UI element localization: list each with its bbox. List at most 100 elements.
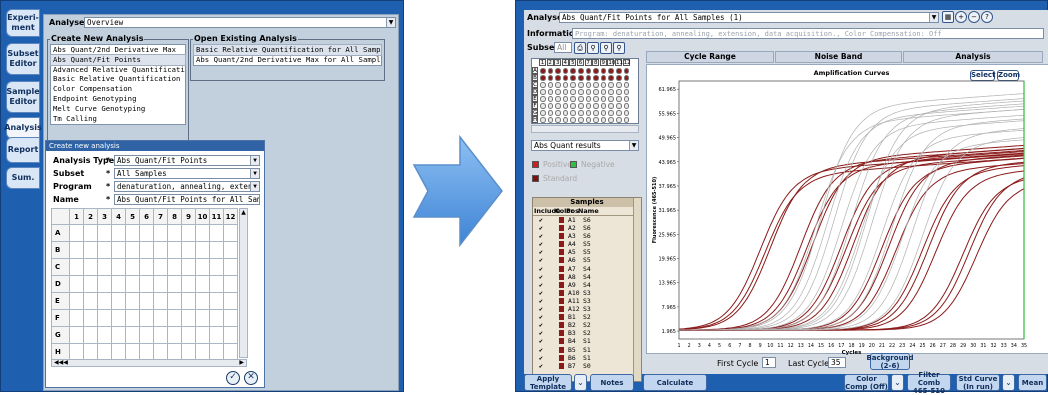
plate-well[interactable]: [608, 110, 614, 116]
grid-well[interactable]: [139, 275, 154, 293]
zoom-out-icon[interactable]: ⚲: [600, 42, 612, 54]
plate-well[interactable]: [608, 96, 614, 102]
grid-well[interactable]: [83, 309, 98, 327]
grid-well[interactable]: [125, 309, 140, 327]
sample-row[interactable]: ✔ B2 S2: [533, 321, 641, 329]
grid-well[interactable]: [209, 224, 224, 242]
include-checkbox[interactable]: ✔: [539, 273, 543, 281]
plate-column-header[interactable]: 10: [607, 59, 615, 66]
plate-well[interactable]: [585, 82, 592, 88]
grid-well[interactable]: [83, 326, 98, 344]
grid-well[interactable]: [195, 326, 210, 344]
grid-well[interactable]: [139, 326, 154, 344]
sidebar-tab-analysis[interactable]: Analysis: [4, 117, 42, 139]
plate-well[interactable]: [555, 75, 561, 81]
plate-row-header[interactable]: F: [532, 102, 538, 109]
create-list-item[interactable]: Color Compensation: [51, 84, 185, 94]
plate-well[interactable]: [600, 117, 607, 123]
grid-well[interactable]: [223, 292, 238, 310]
grid-well[interactable]: [195, 292, 210, 310]
plate-column-header[interactable]: 4: [561, 59, 569, 66]
plate-well[interactable]: [608, 89, 614, 95]
plate-row-header[interactable]: A: [532, 67, 538, 74]
grid-well[interactable]: [209, 343, 224, 361]
plate-column-header[interactable]: 8: [592, 59, 600, 66]
grid-well[interactable]: [181, 326, 196, 344]
grid-well[interactable]: [97, 258, 112, 276]
plate-well[interactable]: [570, 89, 576, 95]
search-icon[interactable]: ⚲: [613, 42, 625, 54]
results-dropdown[interactable]: Abs Quant results ▼: [531, 140, 639, 151]
grid-well[interactable]: [153, 292, 168, 310]
grid-row-header[interactable]: C: [51, 258, 70, 276]
grid-column-header[interactable]: 2: [83, 208, 98, 225]
grid-well[interactable]: [223, 224, 238, 242]
grid-well[interactable]: [181, 292, 196, 310]
include-checkbox[interactable]: ✔: [539, 224, 543, 232]
grid-well[interactable]: [223, 309, 238, 327]
include-checkbox[interactable]: ✔: [539, 313, 543, 321]
create-list-item[interactable]: Endpoint Genotyping: [51, 94, 185, 104]
report-icon[interactable]: ▦: [942, 11, 954, 23]
plate-column-header[interactable]: 1: [539, 59, 546, 66]
analyses-dropdown[interactable]: Overview ▼: [84, 17, 396, 28]
grid-well[interactable]: [167, 292, 182, 310]
sample-row[interactable]: ✔ A4 S5: [533, 240, 641, 248]
grid-well[interactable]: [195, 241, 210, 259]
plate-well[interactable]: [570, 117, 576, 123]
plate-well[interactable]: [540, 103, 546, 109]
grid-well[interactable]: [153, 241, 168, 259]
plate-well[interactable]: [593, 96, 599, 102]
create-list-item[interactable]: Basic Relative Quantification: [51, 74, 185, 84]
grid-well[interactable]: [181, 241, 196, 259]
plate-well[interactable]: [616, 117, 622, 123]
plate-well[interactable]: [623, 82, 630, 88]
samples-table[interactable]: Samples Include Color Pos Name ✔ A1 S6 ✔ A2 S6 ✔ A…: [532, 197, 642, 382]
plate-well[interactable]: [540, 96, 546, 102]
grid-well[interactable]: [69, 309, 84, 327]
grid-well[interactable]: [181, 275, 196, 293]
grid-well[interactable]: [223, 326, 238, 344]
plate-map[interactable]: 1 2 3 4 5 6 7 8 9 10 11 12 A B C D E F G H: [531, 58, 639, 124]
grid-column-header[interactable]: 3: [97, 208, 112, 225]
grid-well[interactable]: [83, 258, 98, 276]
plate-well[interactable]: [585, 75, 592, 81]
plate-column-header[interactable]: 2: [546, 59, 554, 66]
grid-well[interactable]: [223, 241, 238, 259]
plate-well[interactable]: [540, 82, 546, 88]
grid-well[interactable]: [97, 343, 112, 361]
plate-well[interactable]: [562, 117, 569, 123]
include-checkbox[interactable]: ✔: [539, 265, 543, 273]
grid-well[interactable]: [167, 241, 182, 259]
grid-column-header[interactable]: 7: [153, 208, 168, 225]
plate-well[interactable]: [585, 103, 592, 109]
grid-well[interactable]: [139, 258, 154, 276]
sample-row[interactable]: ✔ A9 S4: [533, 281, 641, 289]
plate-well[interactable]: [578, 96, 584, 102]
dropdown-arrow-icon[interactable]: ▼: [386, 18, 395, 27]
grid-well[interactable]: [153, 275, 168, 293]
grid-row-header[interactable]: A: [51, 224, 70, 242]
grid-well[interactable]: [83, 224, 98, 242]
grid-well[interactable]: [167, 326, 182, 344]
analyses-dropdown[interactable]: Abs Quant/Fit Points for All Samples (1)…: [559, 12, 939, 23]
plate-well[interactable]: [540, 68, 546, 74]
amplification-chart[interactable]: Amplification Curves 1.965 7.965 13.965 19.9…: [647, 65, 1048, 355]
notes-button[interactable]: Notes: [590, 374, 634, 391]
plate-well[interactable]: [623, 68, 630, 74]
plate-well[interactable]: [540, 89, 546, 95]
cancel-icon[interactable]: ✕: [244, 371, 258, 385]
plate-well[interactable]: [616, 68, 622, 74]
plate-well[interactable]: [555, 96, 561, 102]
plate-well[interactable]: [540, 75, 546, 81]
create-list-item[interactable]: Melt Curve Genotyping: [51, 104, 185, 114]
grid-well[interactable]: [97, 309, 112, 327]
sidebar-tab-sample-editor[interactable]: Sample Editor: [6, 81, 40, 113]
last-cycle-input[interactable]: 35: [828, 357, 846, 368]
include-checkbox[interactable]: ✔: [539, 321, 543, 329]
plate-well[interactable]: [578, 82, 584, 88]
plate-well[interactable]: [555, 117, 561, 123]
apply-template-button[interactable]: Apply Template: [524, 374, 572, 391]
grid-well[interactable]: [69, 224, 84, 242]
grid-well[interactable]: [153, 224, 168, 242]
